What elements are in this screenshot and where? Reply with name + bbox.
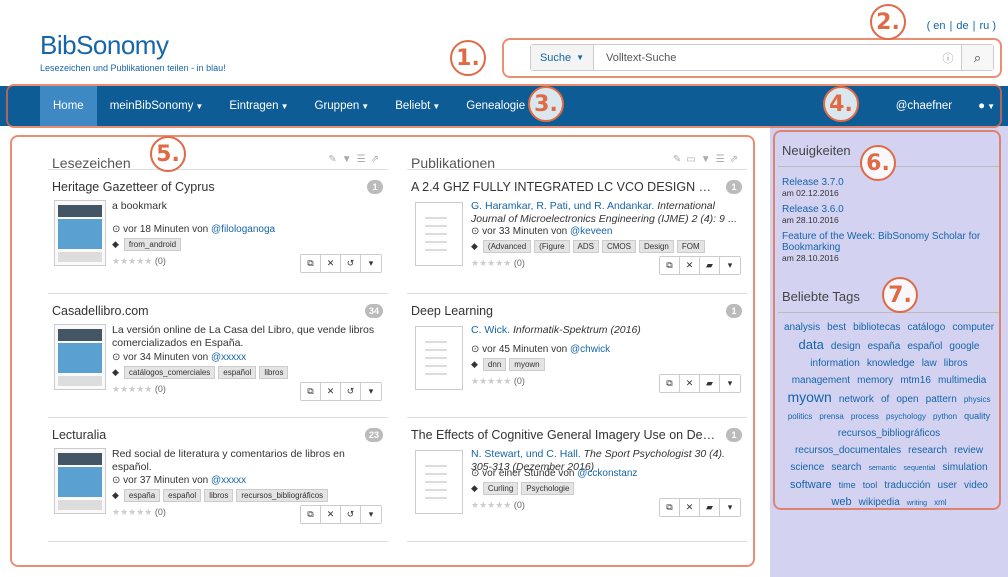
annotation-1: 1. bbox=[450, 40, 486, 76]
annotation-frame-search bbox=[502, 38, 1002, 78]
annotation-5: 5. bbox=[150, 136, 186, 172]
logo[interactable]: BibSonomy bbox=[40, 30, 169, 61]
tagline: Lesezeichen und Publikationen teilen - i… bbox=[40, 63, 226, 73]
lang-open[interactable]: ( en bbox=[925, 20, 948, 32]
annotation-2: 2. bbox=[870, 4, 906, 40]
lang-de[interactable]: de bbox=[954, 20, 970, 32]
annotation-4: 4. bbox=[823, 86, 859, 122]
language-switcher: ( en | de | ru ) bbox=[925, 20, 998, 32]
annotation-frame-content bbox=[10, 135, 755, 567]
annotation-7: 7. bbox=[882, 277, 918, 313]
lang-ru[interactable]: ru ) bbox=[978, 20, 999, 32]
annotation-3: 3. bbox=[528, 86, 564, 122]
lang-sep: | bbox=[972, 20, 976, 32]
annotation-6: 6. bbox=[860, 145, 896, 181]
annotation-frame-sidebar bbox=[773, 130, 1001, 510]
